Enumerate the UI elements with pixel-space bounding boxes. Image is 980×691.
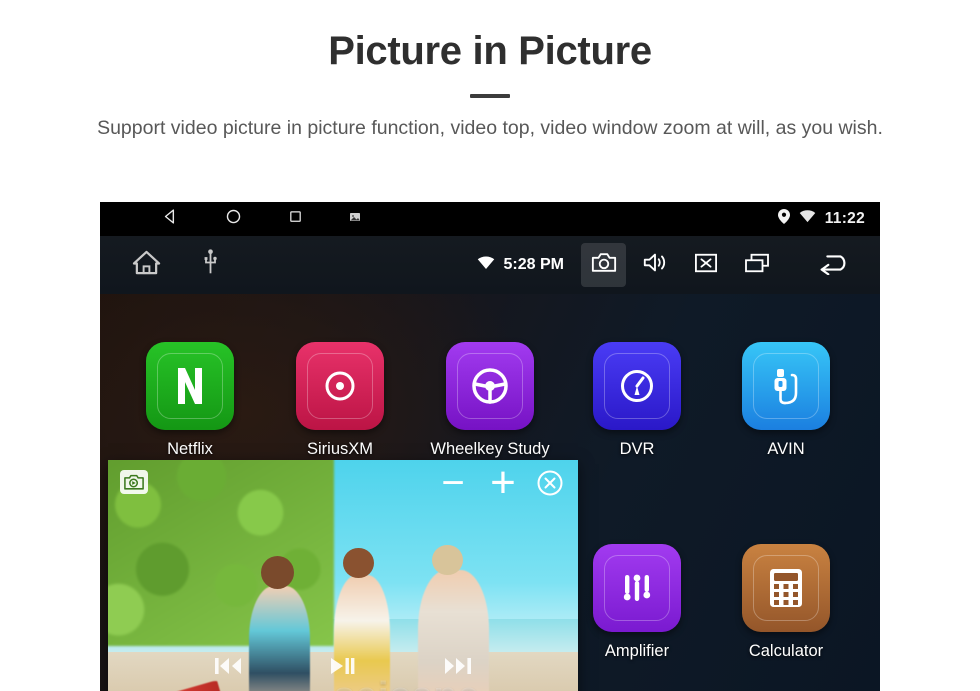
pip-transport-controls: [108, 654, 578, 683]
app-label: Calculator: [748, 642, 824, 660]
status-bar-nav-icons: [100, 208, 361, 230]
equalizer-icon: [593, 544, 681, 632]
play-pause-icon[interactable]: [329, 654, 357, 683]
title-divider: [470, 94, 510, 98]
launcher-desktop: Netflix SiriusXM Wheelkey Study DVR AVIN…: [100, 294, 880, 691]
nav-bar-clock-group: 5:28 PM: [477, 255, 564, 275]
app-icon-amplifier[interactable]: Amplifier: [577, 544, 697, 661]
app-icon-wheelkey-study[interactable]: Wheelkey Study: [430, 342, 550, 459]
usb-icon[interactable]: [203, 249, 218, 281]
back-triangle-icon[interactable]: [162, 208, 179, 230]
home-circle-icon[interactable]: [225, 208, 242, 230]
nav-bar-clock: 5:28 PM: [503, 256, 564, 273]
wifi-icon: [477, 255, 495, 275]
app-icon-dvr[interactable]: DVR: [577, 342, 697, 459]
device-screenshot: 11:22 5:28 PM Netflix SiriusXM Wheelkey …: [100, 202, 880, 691]
close-button[interactable]: [536, 469, 564, 497]
app-label: SiriusXM: [306, 440, 373, 458]
calculator-tile: [742, 544, 830, 632]
zoom-out-button[interactable]: −: [436, 463, 470, 503]
page-title: Picture in Picture: [328, 29, 652, 73]
app-icon-siriusxm[interactable]: SiriusXM: [280, 342, 400, 459]
camera-icon: [591, 251, 617, 279]
gauge-icon: [593, 342, 681, 430]
calculator-icon: [742, 544, 830, 632]
volume-button[interactable]: [632, 243, 677, 287]
amplifier-tile: [593, 544, 681, 632]
pip-window-controls: − +: [436, 461, 564, 505]
status-bar-clock: 11:22: [824, 210, 865, 227]
windows-stack-icon: [744, 252, 770, 279]
location-pin-icon: [777, 209, 790, 229]
android-status-bar: 11:22: [100, 202, 880, 236]
back-button[interactable]: [810, 243, 855, 287]
speaker-icon: [642, 251, 668, 279]
app-label: Amplifier: [604, 642, 670, 660]
app-label: AVIN: [767, 440, 805, 458]
netflix-icon: [146, 342, 234, 430]
netflix-tile: [146, 342, 234, 430]
siriusxm-icon: [296, 342, 384, 430]
launcher-nav-bar: 5:28 PM: [100, 236, 880, 294]
next-track-icon[interactable]: [443, 654, 473, 683]
status-bar-indicators: 11:22: [777, 209, 880, 229]
wheelkey-tile: [446, 342, 534, 430]
recent-apps-button[interactable]: [734, 243, 779, 287]
previous-track-icon[interactable]: [213, 654, 243, 683]
app-label: DVR: [619, 440, 655, 458]
home-icon[interactable]: [132, 249, 161, 281]
screenshot-image-icon[interactable]: [349, 210, 361, 228]
back-arrow-icon: [817, 251, 849, 280]
camera-button[interactable]: [581, 243, 626, 287]
wifi-icon: [799, 210, 816, 228]
app-label: Wheelkey Study: [430, 440, 550, 458]
video-capture-icon[interactable]: [120, 470, 148, 494]
app-label: Netflix: [167, 440, 213, 458]
nav-bar-right-icons: 5:28 PM: [477, 243, 880, 287]
page-subtitle: Support video picture in picture functio…: [97, 117, 883, 139]
app-icon-netflix[interactable]: Netflix: [130, 342, 250, 459]
promo-header: Picture in Picture Support video picture…: [0, 0, 980, 144]
steering-icon: [446, 342, 534, 430]
siriusxm-tile: [296, 342, 384, 430]
zoom-in-button[interactable]: +: [486, 461, 520, 505]
avin-tile: [742, 342, 830, 430]
pip-window[interactable]: seicane − +: [108, 460, 578, 691]
nav-bar-left-icons: [100, 249, 218, 281]
rca-plug-icon: [742, 342, 830, 430]
app-icon-calculator[interactable]: Calculator: [726, 544, 846, 661]
recents-square-icon[interactable]: [288, 209, 303, 229]
dvr-tile: [593, 342, 681, 430]
mute-button[interactable]: [683, 243, 728, 287]
app-icon-avin[interactable]: AVIN: [726, 342, 846, 459]
x-box-icon: [694, 252, 718, 279]
